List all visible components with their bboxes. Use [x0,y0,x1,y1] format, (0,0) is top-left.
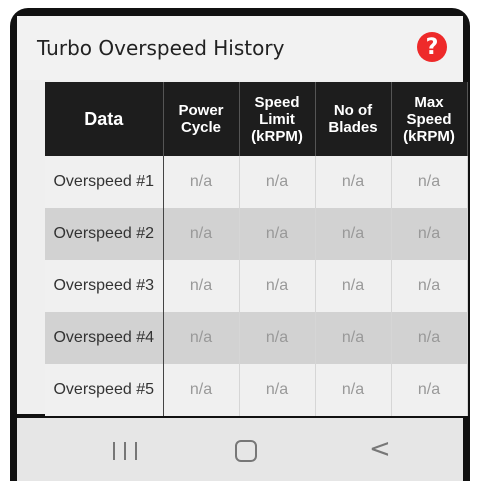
table-cell: n/a [315,312,392,364]
table-cell: n/a [239,260,316,312]
table-row: Overspeed #1 n/a n/a n/a n/a [45,156,468,208]
table-cell: n/a [391,312,468,364]
table-cell: n/a [315,208,392,260]
table-cell: n/a [163,364,240,416]
system-nav-bar: < [17,418,463,481]
column-header-max-speed: Max Speed (kRPM) [391,82,468,156]
table-cell: n/a [239,156,316,208]
table-cell: n/a [163,312,240,364]
table-row: Overspeed #4 n/a n/a n/a n/a [45,312,468,364]
column-header-speed-limit: Speed Limit (kRPM) [239,82,316,156]
column-header-data: Data [45,82,164,156]
row-label: Overspeed #4 [45,312,164,364]
back-icon[interactable]: < [369,434,391,464]
table-cell: n/a [315,364,392,416]
recents-icon[interactable] [113,442,137,460]
table-cell: n/a [239,364,316,416]
row-label: Overspeed #2 [45,208,164,260]
row-label: Overspeed #5 [45,364,164,416]
column-header-no-of-blades: No of Blades [315,82,392,156]
table-cell: n/a [239,208,316,260]
help-icon[interactable]: ? [417,32,447,62]
table-row: Overspeed #2 n/a n/a n/a n/a [45,208,468,260]
table-cell: n/a [391,156,468,208]
table-cell: n/a [163,260,240,312]
table-cell: n/a [163,156,240,208]
table-header-row: Data Power Cycle Speed Limit (kRPM) No o… [45,82,468,156]
table-row: Overspeed #3 n/a n/a n/a n/a [45,260,468,312]
table-cell: n/a [391,260,468,312]
table-cell: n/a [239,312,316,364]
table-cell: n/a [391,364,468,416]
column-header-power-cycle: Power Cycle [163,82,240,156]
overspeed-table: Data Power Cycle Speed Limit (kRPM) No o… [45,82,468,416]
table-cell: n/a [315,260,392,312]
table-cell: n/a [391,208,468,260]
table-cell: n/a [163,208,240,260]
row-label: Overspeed #3 [45,260,164,312]
app-header: Turbo Overspeed History ? [17,16,463,80]
table-row: Overspeed #5 n/a n/a n/a n/a [45,364,468,416]
app-screen: Turbo Overspeed History ? Data Power Cyc… [17,16,468,416]
home-icon[interactable] [235,440,257,462]
page-title: Turbo Overspeed History [37,36,285,60]
table-cell: n/a [315,156,392,208]
row-label: Overspeed #1 [45,156,164,208]
